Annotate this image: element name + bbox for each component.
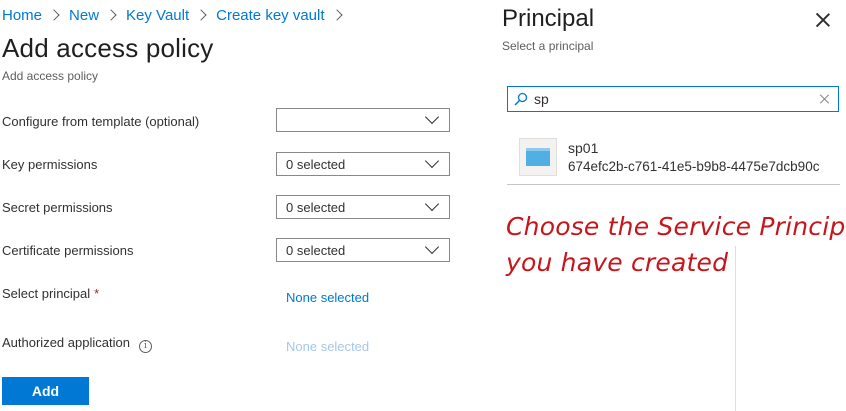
key-permissions-dropdown[interactable]: 0 selected — [276, 152, 450, 176]
annotation-line-1: Choose the Service Principal — [506, 212, 846, 241]
authorized-application-link: None selected — [286, 339, 370, 354]
certificate-permissions-dropdown[interactable]: 0 selected — [276, 238, 450, 262]
principal-search-input[interactable] — [534, 89, 804, 109]
app-registration-icon — [519, 138, 557, 176]
search-icon — [514, 92, 528, 106]
secret-permissions-value: 0 selected — [286, 200, 346, 215]
principal-name: sp01 — [568, 140, 599, 156]
add-button[interactable]: Add — [2, 377, 89, 405]
info-icon[interactable]: i — [138, 340, 152, 353]
annotation-line-2: you have created — [506, 248, 729, 277]
principal-search-box[interactable] — [507, 86, 839, 112]
annotation-text: Choose the Service Principal you have cr… — [506, 209, 846, 281]
chevron-right-icon — [330, 9, 343, 21]
chevron-down-icon — [424, 153, 440, 169]
authorized-application-label-text: Authorized application — [2, 335, 130, 350]
chevron-down-icon — [424, 239, 440, 255]
secret-permissions-label: Secret permissions — [2, 200, 113, 215]
template-dropdown[interactable] — [276, 108, 450, 132]
select-principal-label: Select principal * — [2, 286, 99, 301]
blade-title: Principal — [502, 5, 595, 32]
chevron-right-icon — [48, 9, 60, 21]
breadcrumb-key-vault[interactable]: Key Vault — [126, 7, 189, 24]
breadcrumb-new[interactable]: New — [69, 7, 99, 24]
template-label: Configure from template (optional) — [2, 114, 200, 129]
principal-app-id: 674efc2b-c761-41e5-b9b8-4475e7dcb90c — [568, 159, 820, 174]
chevron-right-icon — [195, 9, 207, 21]
principal-result-item[interactable]: sp01 674efc2b-c761-41e5-b9b8-4475e7dcb90… — [507, 131, 840, 185]
blade-subtitle: Select a principal — [502, 39, 594, 53]
chevron-down-icon — [424, 109, 440, 125]
breadcrumb-home[interactable]: Home — [2, 7, 42, 24]
secret-permissions-dropdown[interactable]: 0 selected — [276, 195, 450, 219]
page-subtitle: Add access policy — [2, 69, 99, 83]
select-principal-label-text: Select principal — [2, 286, 91, 301]
breadcrumb-create-key-vault[interactable]: Create key vault — [216, 7, 324, 24]
chevron-down-icon — [424, 196, 440, 212]
required-marker: * — [94, 286, 100, 301]
certificate-permissions-label: Certificate permissions — [2, 243, 134, 258]
breadcrumb: Home New Key Vault Create key vault — [2, 5, 352, 25]
blade-divider — [735, 246, 736, 411]
page-title: Add access policy — [2, 33, 214, 63]
chevron-right-icon — [105, 9, 117, 21]
key-permissions-value: 0 selected — [286, 157, 346, 172]
key-permissions-label: Key permissions — [2, 157, 98, 172]
authorized-application-label: Authorized application i — [2, 335, 152, 353]
select-principal-link[interactable]: None selected — [286, 290, 369, 305]
clear-icon[interactable] — [819, 93, 830, 104]
certificate-permissions-value: 0 selected — [286, 243, 346, 258]
close-icon[interactable] — [814, 11, 832, 29]
